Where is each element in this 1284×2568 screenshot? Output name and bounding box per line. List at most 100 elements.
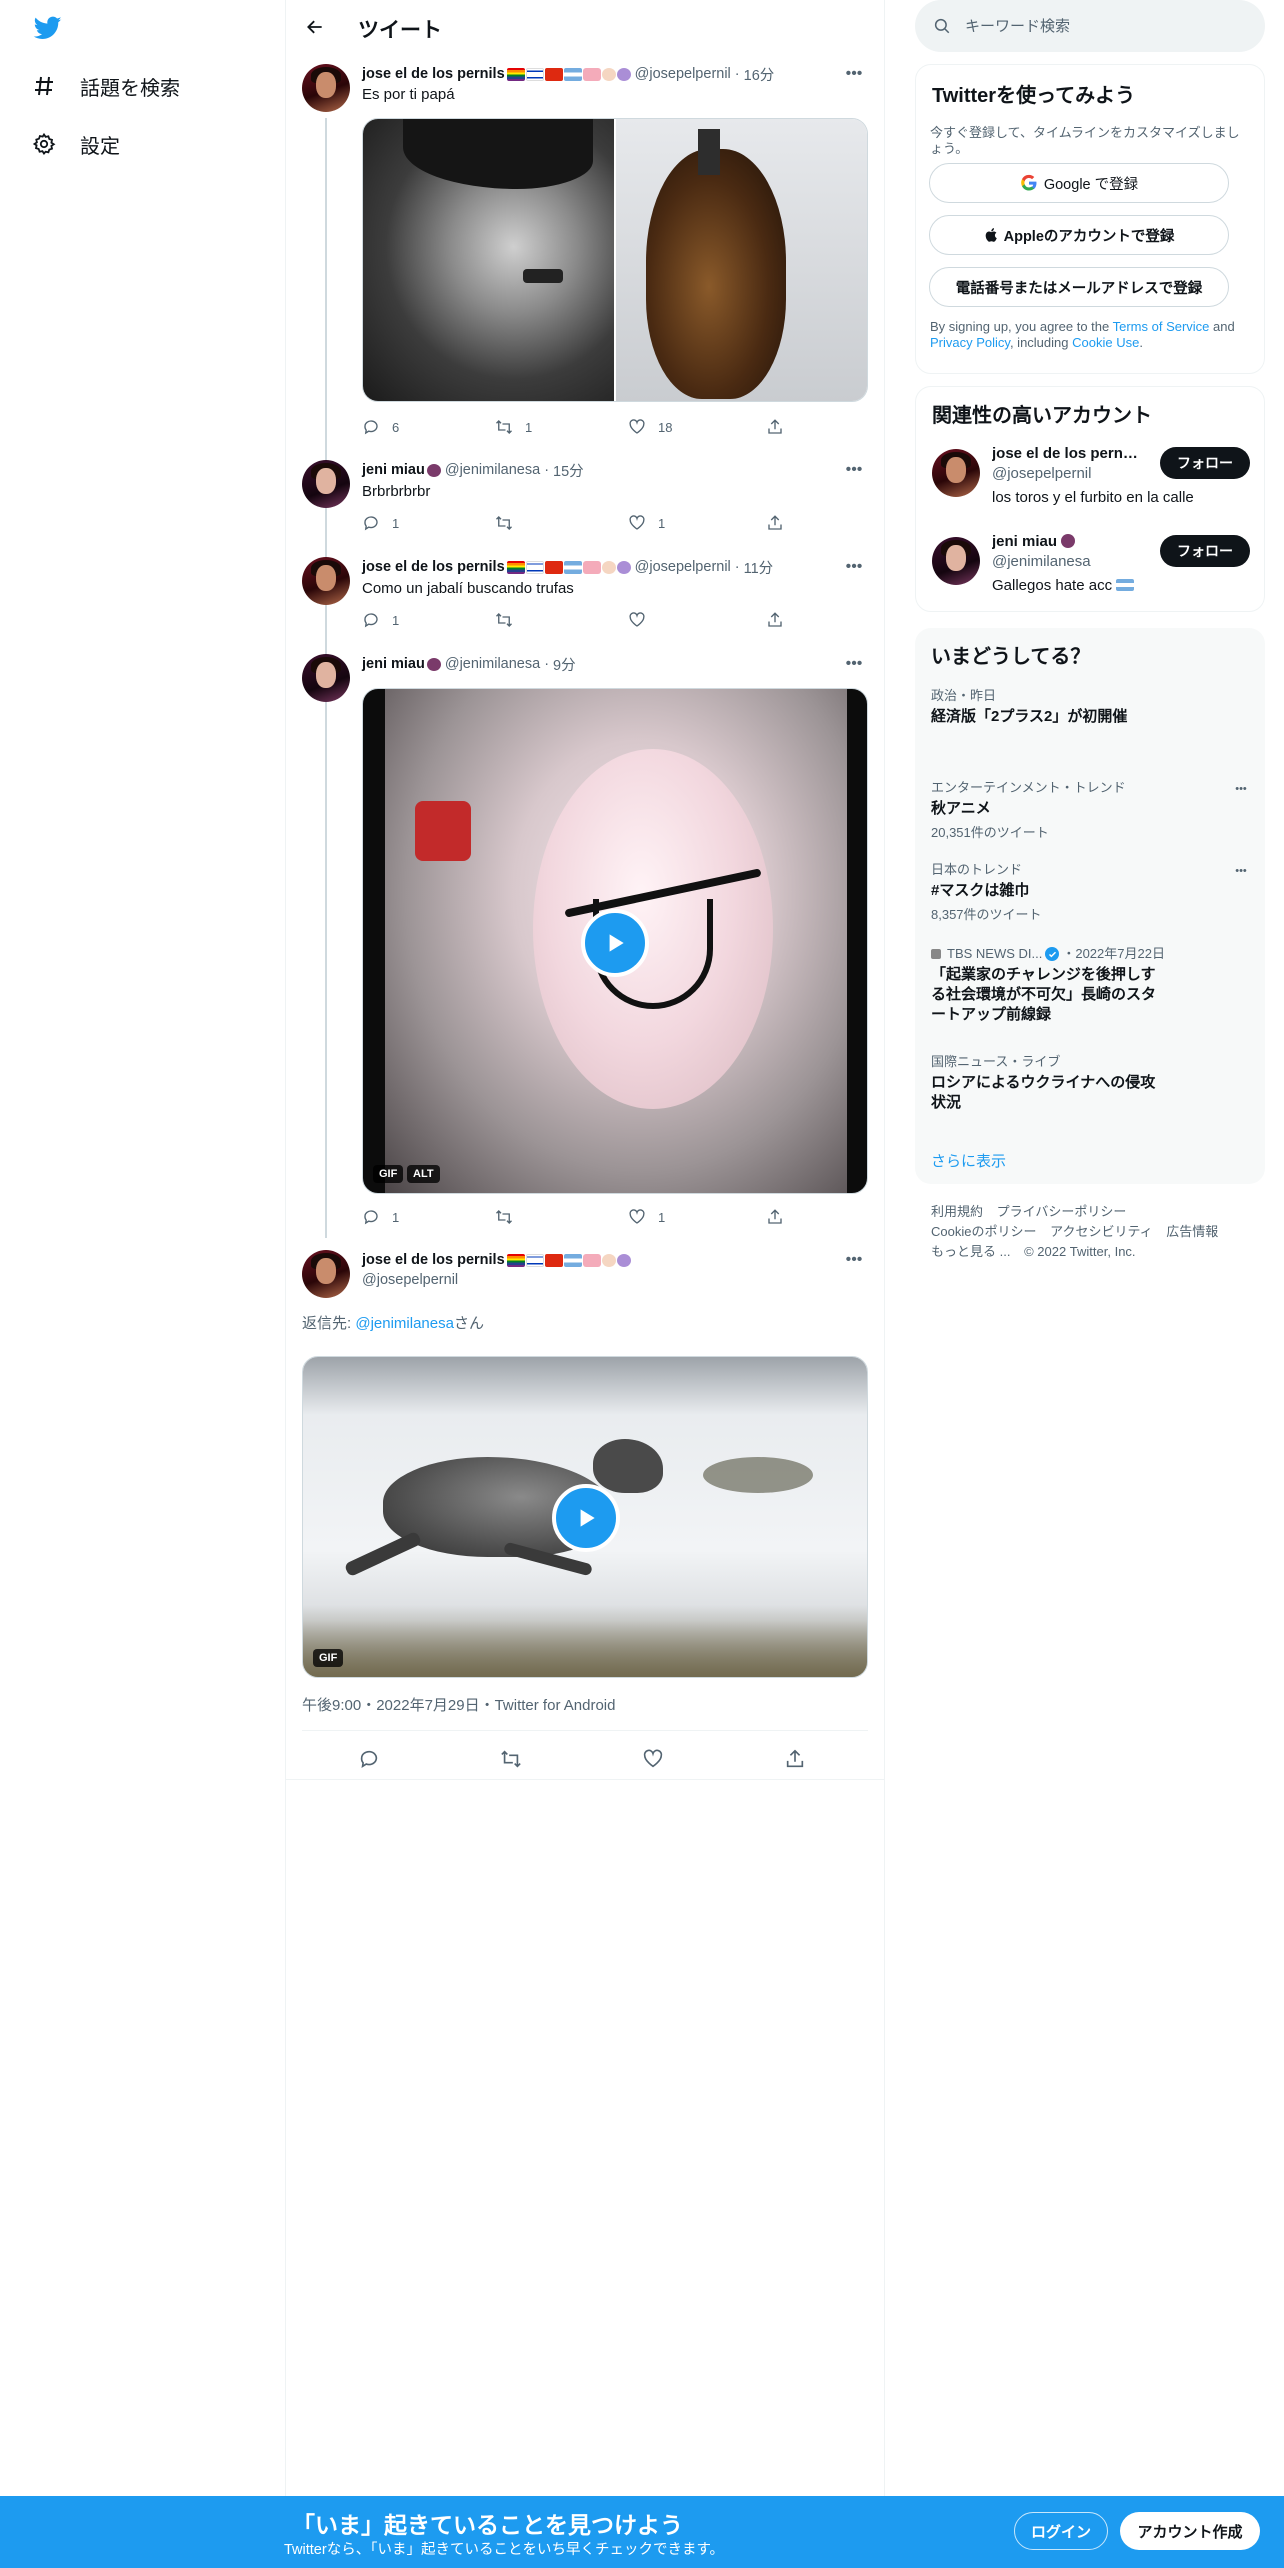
login-button[interactable]: ログイン xyxy=(1014,2512,1108,2550)
like-button[interactable] xyxy=(628,611,658,629)
reply-button[interactable] xyxy=(358,1748,380,1775)
retweet-button[interactable] xyxy=(500,1748,522,1775)
create-account-button[interactable]: アカウント作成 xyxy=(1120,2512,1260,2550)
nav-settings[interactable]: 設定 xyxy=(30,122,120,166)
share-button[interactable] xyxy=(766,611,796,629)
phone-email-signup-label: 電話番号またはメールアドレスで登録 xyxy=(955,280,1203,297)
footer-link[interactable]: 広告情報 xyxy=(1166,1224,1218,1239)
more-icon[interactable]: ••• xyxy=(842,460,866,480)
play-button[interactable] xyxy=(552,1484,620,1552)
author-handle[interactable]: @jenimilanesa xyxy=(445,462,540,478)
reply-button[interactable]: 6 xyxy=(362,418,399,436)
user-handle[interactable]: @josepelpernil xyxy=(992,465,1091,482)
tweet-photo[interactable] xyxy=(363,119,614,401)
author-handle[interactable]: @josepelpernil xyxy=(635,559,731,575)
like-button[interactable]: 1 xyxy=(628,1208,665,1226)
share-button[interactable] xyxy=(766,1208,796,1226)
back-button[interactable] xyxy=(300,12,330,42)
trend-meta: 国際ニュース・ライブ xyxy=(931,1054,1061,1069)
user-name[interactable]: jeni miau xyxy=(992,533,1142,550)
trend-item[interactable]: 日本のトレンド #マスクは雑巾 8,357件のツイート ••• xyxy=(931,862,1247,923)
share-button[interactable] xyxy=(784,1748,806,1775)
more-icon[interactable]: ••• xyxy=(842,557,866,577)
follow-button[interactable]: フォロー xyxy=(1160,447,1250,479)
user-row[interactable]: jose el de los pernils... @josepelpernil… xyxy=(916,445,1266,525)
avatar[interactable] xyxy=(932,537,980,585)
more-icon[interactable]: ••• xyxy=(842,64,866,84)
footer-link[interactable]: 利用規約 xyxy=(931,1204,983,1219)
tweet[interactable]: jose el de los pernils @josepelpernil · … xyxy=(286,62,884,442)
avatar[interactable] xyxy=(302,64,350,112)
footer-link[interactable]: Cookieのポリシー xyxy=(931,1224,1036,1239)
reply-to-link[interactable]: @jenimilanesa xyxy=(355,1315,454,1332)
avatar[interactable] xyxy=(302,1250,350,1298)
tweet-photo-grid[interactable] xyxy=(362,118,868,402)
share-button[interactable] xyxy=(766,418,796,436)
reply-button[interactable]: 1 xyxy=(362,611,399,629)
tweet-time[interactable]: 9分 xyxy=(553,654,576,675)
footer-link[interactable]: アクセシビリティ xyxy=(1050,1224,1153,1239)
author-handle[interactable]: @josepelpernil xyxy=(635,66,731,82)
author-handle[interactable]: @jenimilanesa xyxy=(445,656,540,672)
tweet-gif[interactable]: GIF xyxy=(302,1356,868,1678)
user-row[interactable]: jeni miau @jenimilanesa Gallegos hate ac… xyxy=(916,533,1266,613)
author-name[interactable]: jeni miau xyxy=(362,656,425,672)
tweet-time[interactable]: 16分 xyxy=(744,64,775,85)
tweet[interactable]: jeni miau @jenimilanesa · 9分 ••• GIF ALT… xyxy=(286,652,884,1232)
retweet-button[interactable] xyxy=(495,1208,525,1226)
privacy-policy-link[interactable]: Privacy Policy xyxy=(930,335,1010,350)
nav-explore[interactable]: 話題を検索 xyxy=(30,64,180,108)
retweet-button[interactable] xyxy=(495,611,525,629)
avatar[interactable] xyxy=(302,460,350,508)
user-name[interactable]: jose el de los pernils... xyxy=(992,445,1142,462)
focus-tweet[interactable]: jose el de los pernils @josepelpernil ••… xyxy=(286,1248,884,1780)
twitter-bird-icon[interactable] xyxy=(32,14,64,42)
tweet[interactable]: jeni miau @jenimilanesa · 15分 ••• Brbrbr… xyxy=(286,458,884,540)
author-name[interactable]: jose el de los pernils xyxy=(362,559,505,575)
like-button[interactable]: 18 xyxy=(628,418,672,436)
like-button[interactable] xyxy=(642,1748,664,1775)
tweet-gif[interactable]: GIF ALT xyxy=(362,688,868,1194)
more-icon[interactable]: ••• xyxy=(842,1250,866,1270)
retweet-button[interactable]: 1 xyxy=(495,418,532,436)
user-handle[interactable]: @jenimilanesa xyxy=(992,553,1091,570)
avatar[interactable] xyxy=(932,449,980,497)
tweet-time[interactable]: 15分 xyxy=(553,460,584,481)
more-icon[interactable]: ••• xyxy=(1229,862,1253,880)
alt-badge[interactable]: ALT xyxy=(407,1165,440,1183)
tweet[interactable]: jose el de los pernils @josepelpernil · … xyxy=(286,555,884,637)
retweet-button[interactable] xyxy=(495,514,525,532)
follow-button[interactable]: フォロー xyxy=(1160,535,1250,567)
author-handle[interactable]: @josepelpernil xyxy=(362,1272,458,1288)
author-name[interactable]: jeni miau xyxy=(362,462,425,478)
footer-link[interactable]: プライバシーポリシー xyxy=(997,1204,1127,1219)
phone-email-signup-button[interactable]: 電話番号またはメールアドレスで登録 xyxy=(929,267,1229,307)
share-button[interactable] xyxy=(766,514,796,532)
reply-button[interactable]: 1 xyxy=(362,1208,399,1226)
author-name[interactable]: jose el de los pernils xyxy=(362,1252,505,1268)
trend-item[interactable]: 政治・昨日 経済版「2プラス2」が初開催 xyxy=(931,688,1241,727)
trend-item[interactable]: TBS NEWS DI... ・2022年7月22日 「起業家のチャレンジを後押… xyxy=(931,946,1241,1025)
reply-button[interactable]: 1 xyxy=(362,514,399,532)
author-name[interactable]: jose el de los pernils xyxy=(362,66,505,82)
footer-more-link[interactable]: もっと見る ... xyxy=(931,1244,1010,1259)
search-input[interactable] xyxy=(965,17,1235,35)
terms-of-service-link[interactable]: Terms of Service xyxy=(1113,319,1210,334)
avatar[interactable] xyxy=(302,654,350,702)
cookie-use-link[interactable]: Cookie Use xyxy=(1072,335,1139,350)
show-more-link[interactable]: さらに表示 xyxy=(931,1150,1006,1171)
tweet-photo[interactable] xyxy=(616,119,867,401)
play-button[interactable] xyxy=(581,909,649,977)
more-icon[interactable]: ••• xyxy=(1229,780,1253,798)
trend-item[interactable]: 国際ニュース・ライブ ロシアによるウクライナへの侵攻状況 xyxy=(931,1054,1241,1113)
trend-item[interactable]: エンターテインメント・トレンド 秋アニメ 20,351件のツイート ••• xyxy=(931,780,1247,841)
tweet-actions: 1 xyxy=(362,609,802,631)
avatar[interactable] xyxy=(302,557,350,605)
search-box[interactable] xyxy=(915,0,1265,52)
apple-signup-button[interactable]: Appleのアカウントで登録 xyxy=(929,215,1229,255)
more-icon[interactable]: ••• xyxy=(842,654,866,674)
tweet-time[interactable]: 11分 xyxy=(744,557,774,578)
google-signup-button[interactable]: Google で登録 xyxy=(929,163,1229,203)
like-button[interactable]: 1 xyxy=(628,514,665,532)
tweet-meta[interactable]: 午後9:00・2022年7月29日・Twitter for Android xyxy=(302,1694,615,1715)
